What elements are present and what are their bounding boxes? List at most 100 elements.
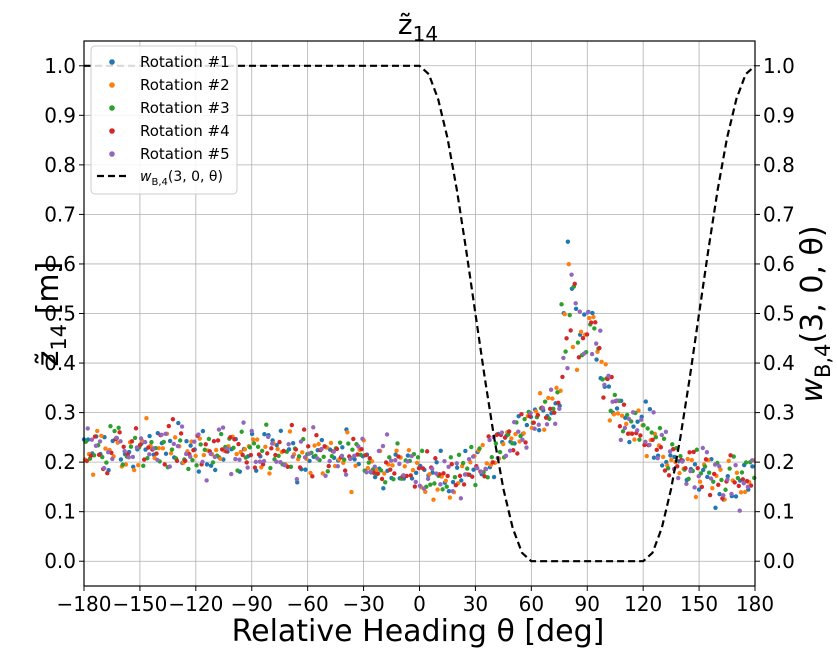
scatter-point <box>254 437 260 442</box>
scatter-point <box>262 432 267 437</box>
scatter-point <box>224 446 230 451</box>
scatter-point <box>278 460 283 465</box>
scatter-point <box>89 437 95 442</box>
scatter-point <box>649 430 654 435</box>
scatter-point <box>624 412 630 418</box>
scatter-point <box>351 436 356 442</box>
scatter-point <box>463 448 468 454</box>
scatter-point <box>735 475 741 481</box>
x-tick-label: −30 <box>342 592 384 616</box>
scatter-point <box>345 430 350 435</box>
scatter-point <box>277 439 282 445</box>
scatter-point <box>312 443 317 448</box>
scatter-point <box>236 441 241 447</box>
scatter-point <box>434 471 439 476</box>
scatter-point <box>240 452 245 458</box>
scatter-point <box>257 459 263 464</box>
scatter-point <box>536 422 541 427</box>
scatter-point <box>235 468 240 473</box>
x-tick-label: −180 <box>57 592 112 616</box>
scatter-point <box>409 453 414 459</box>
scatter-point <box>557 406 562 411</box>
scatter-point <box>635 428 640 433</box>
scatter-point <box>511 419 517 425</box>
scatter-point <box>458 496 464 501</box>
scatter-point <box>270 441 275 446</box>
scatter-point <box>567 312 572 318</box>
scatter-point <box>562 312 567 317</box>
scatter-point <box>420 466 426 471</box>
scatter-point <box>721 493 726 498</box>
scatter-point <box>552 421 558 427</box>
scatter-point <box>390 463 395 468</box>
scatter-point <box>717 464 722 469</box>
scatter-point <box>570 344 576 350</box>
scatter-point <box>179 424 185 429</box>
scatter-point <box>290 454 295 459</box>
scatter-point <box>204 462 210 467</box>
scatter-point <box>415 455 421 460</box>
y-left-tick-label: 0.0 <box>44 549 76 573</box>
scatter-point <box>617 424 623 429</box>
scatter-point <box>194 463 199 468</box>
scatter-point <box>84 458 89 464</box>
y-right-tick-label: 0.4 <box>763 351 795 375</box>
scatter-point <box>448 455 454 460</box>
scatter-point <box>394 448 399 453</box>
scatter-point <box>267 471 272 476</box>
scatter-point <box>651 410 656 415</box>
scatter-point <box>587 315 592 321</box>
scatter-point <box>239 429 244 434</box>
scatter-point <box>147 433 152 439</box>
scatter-point <box>703 457 709 462</box>
scatter-point <box>231 445 236 451</box>
legend-weight-symbol: w <box>140 169 152 185</box>
y-axis-left-label-subscript: 14 <box>47 324 71 351</box>
y-axis-right-label-subscript: B,4 <box>811 344 835 378</box>
scatter-point <box>356 444 361 449</box>
scatter-point <box>335 464 341 469</box>
scatter-point <box>591 314 596 320</box>
scatter-point <box>372 464 377 469</box>
scatter-point <box>629 431 635 436</box>
scatter-point <box>419 448 425 454</box>
scatter-point <box>273 452 278 458</box>
scatter-point <box>405 459 410 464</box>
scatter-point <box>120 462 125 467</box>
y-right-tick-label: 0.5 <box>763 302 795 326</box>
scatter-point <box>286 441 291 447</box>
scatter-point <box>237 457 242 462</box>
scatter-point <box>602 382 607 388</box>
scatter-point <box>454 465 460 470</box>
scatter-point <box>323 473 328 479</box>
scatter-point <box>692 462 698 467</box>
scatter-point <box>188 443 193 448</box>
scatter-point <box>470 474 475 479</box>
scatter-point <box>402 464 407 469</box>
scatter-point <box>247 445 253 450</box>
scatter-point <box>393 457 398 463</box>
scatter-point <box>438 482 443 487</box>
scatter-point <box>433 456 438 461</box>
scatter-point <box>353 463 358 468</box>
scatter-point <box>396 454 401 459</box>
scatter-point <box>397 461 402 467</box>
scatter-point <box>297 465 303 470</box>
x-tick-label: 0 <box>413 592 426 616</box>
scatter-point <box>635 419 640 424</box>
scatter-point <box>716 482 721 488</box>
scatter-point <box>126 455 131 460</box>
scatter-point <box>388 458 394 463</box>
scatter-point <box>546 395 551 401</box>
scatter-point <box>509 436 514 441</box>
scatter-point <box>685 456 690 462</box>
scatter-point <box>384 432 390 437</box>
scatter-point <box>659 463 665 468</box>
x-axis-label: Relative Heading θ [deg] <box>232 614 605 649</box>
scatter-point <box>192 439 197 444</box>
scatter-point <box>375 471 381 476</box>
scatter-point <box>383 480 388 485</box>
scatter-point <box>129 439 135 444</box>
scatter-point <box>118 457 124 462</box>
scatter-point <box>625 431 631 436</box>
